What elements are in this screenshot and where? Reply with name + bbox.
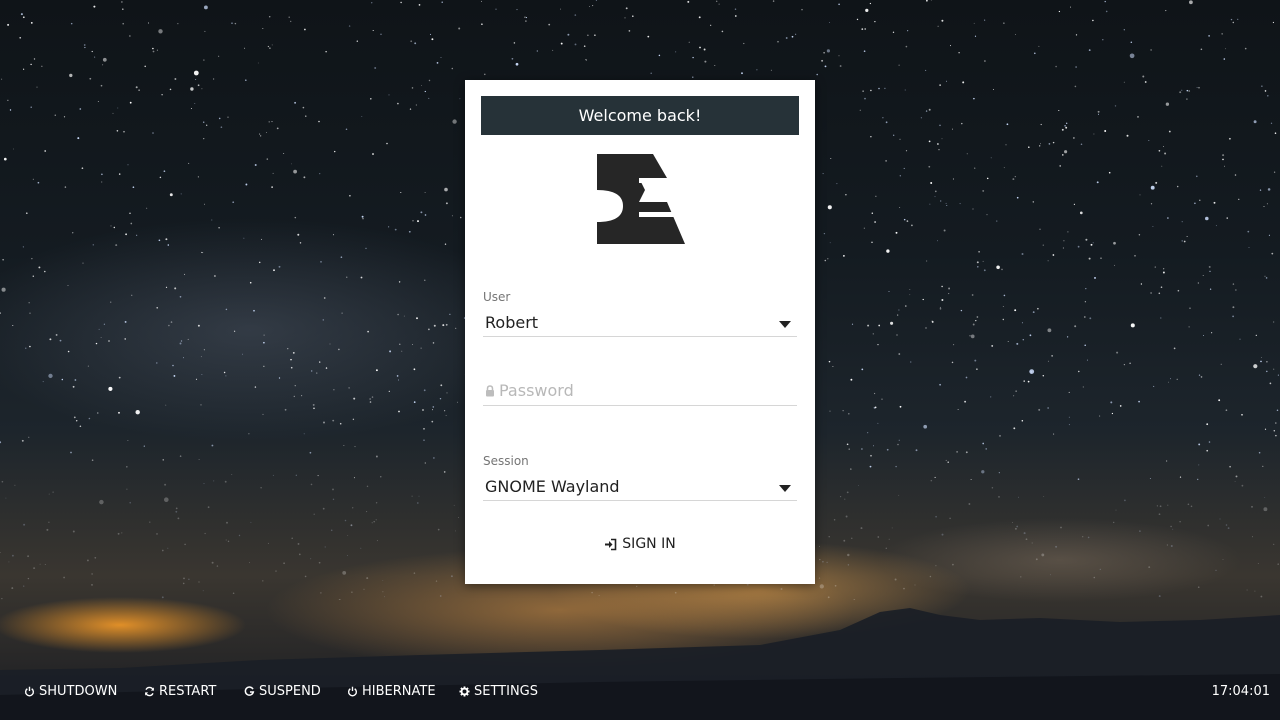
settings-label: SETTINGS — [474, 684, 539, 699]
hibernate-button[interactable]: HIBERNATE — [347, 684, 436, 699]
restart-label: RESTART — [159, 684, 217, 699]
desktop-background: Welcome back! User Robert Session GNOME … — [0, 0, 1280, 720]
greeter-logo-icon — [597, 154, 685, 244]
password-field[interactable] — [483, 376, 797, 406]
sign-in-icon — [605, 538, 617, 550]
session-select[interactable]: GNOME Wayland — [483, 474, 797, 501]
session-select-value: GNOME Wayland — [485, 477, 620, 496]
lock-icon — [486, 385, 494, 397]
login-card: Welcome back! User Robert Session GNOME … — [465, 80, 815, 584]
sign-in-button[interactable]: SIGN IN — [590, 530, 690, 558]
shutdown-button[interactable]: SHUTDOWN — [24, 684, 117, 699]
power-actions-bar: SHUTDOWN RESTART SUSPEND HIBERNATE SETTI… — [0, 680, 1280, 706]
user-select-value: Robert — [485, 313, 539, 332]
refresh-icon — [145, 686, 154, 697]
user-label: User — [483, 290, 511, 304]
chevron-down-icon — [779, 321, 791, 328]
restart-button[interactable]: RESTART — [144, 684, 216, 699]
power-icon — [24, 686, 35, 697]
suspend-icon — [244, 686, 255, 696]
hibernate-label: HIBERNATE — [362, 684, 436, 699]
settings-button[interactable]: SETTINGS — [459, 684, 538, 699]
suspend-button[interactable]: SUSPEND — [244, 684, 321, 699]
session-label: Session — [483, 454, 529, 468]
clock: 17:04:01 — [1211, 684, 1270, 699]
gear-icon — [459, 686, 470, 697]
password-input[interactable] — [497, 378, 791, 402]
sign-in-label: SIGN IN — [622, 536, 676, 552]
welcome-header: Welcome back! — [481, 96, 799, 135]
chevron-down-icon — [779, 485, 791, 492]
power-icon — [347, 686, 358, 697]
suspend-label: SUSPEND — [259, 684, 321, 699]
user-select[interactable]: Robert — [483, 310, 797, 337]
shutdown-label: SHUTDOWN — [39, 684, 118, 699]
